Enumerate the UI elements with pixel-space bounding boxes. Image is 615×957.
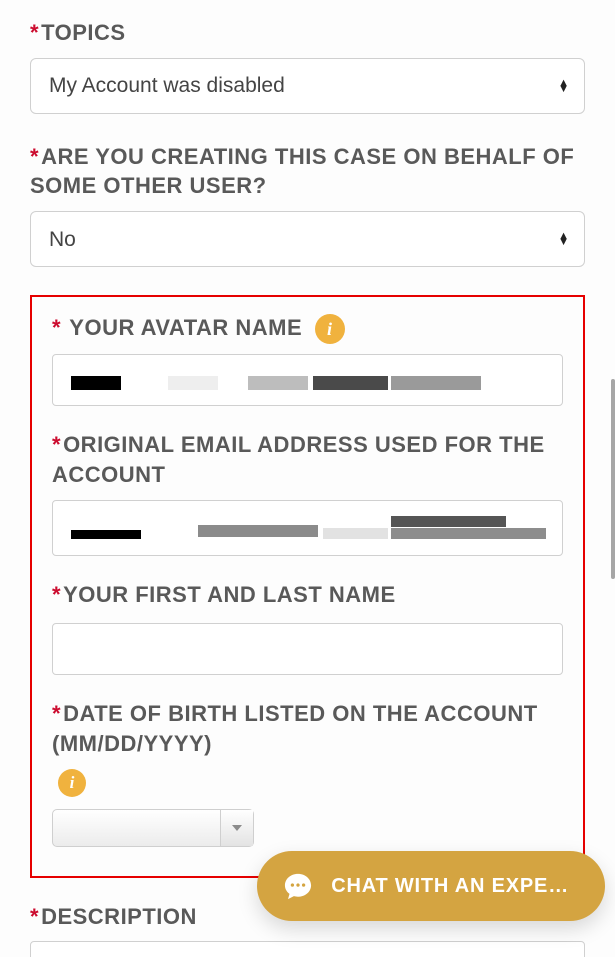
topics-select-wrap: My Account was disabled ▲▼: [30, 58, 585, 114]
chevron-down-icon: [231, 823, 243, 833]
field-on-behalf: ARE YOU CREATING THIS CASE ON BEHALF OF …: [30, 142, 585, 267]
avatar-name-label-text: YOUR AVATAR NAME: [69, 315, 302, 340]
avatar-name-label: YOUR AVATAR NAME i: [52, 313, 563, 344]
dob-label: DATE OF BIRTH LISTED ON THE ACCOUNT (MM/…: [52, 699, 563, 758]
topics-label: TOPICS: [30, 18, 585, 48]
full-name-label: YOUR FIRST AND LAST NAME: [52, 580, 563, 610]
field-original-email: ORIGINAL EMAIL ADDRESS USED FOR THE ACCO…: [52, 430, 563, 555]
chat-widget[interactable]: CHAT WITH AN EXPE…: [257, 851, 605, 921]
required-identity-section: YOUR AVATAR NAME i ORIGINAL EMAIL ADDRES…: [30, 295, 585, 878]
scrollbar-indicator: [611, 379, 615, 579]
dob-picker-button[interactable]: [220, 810, 253, 846]
topics-select[interactable]: My Account was disabled: [30, 58, 585, 114]
original-email-label: ORIGINAL EMAIL ADDRESS USED FOR THE ACCO…: [52, 430, 563, 489]
chat-icon: [283, 872, 313, 900]
description-input[interactable]: [30, 941, 585, 957]
avatar-name-input[interactable]: [52, 354, 563, 406]
field-topics: TOPICS My Account was disabled ▲▼: [30, 18, 585, 114]
on-behalf-select-wrap: No ▲▼: [30, 211, 585, 267]
on-behalf-label: ARE YOU CREATING THIS CASE ON BEHALF OF …: [30, 142, 585, 201]
full-name-input[interactable]: [52, 623, 563, 675]
field-dob: DATE OF BIRTH LISTED ON THE ACCOUNT (MM/…: [52, 699, 563, 851]
form-page: TOPICS My Account was disabled ▲▼ ARE YO…: [0, 0, 615, 957]
field-avatar-name: YOUR AVATAR NAME i: [52, 313, 563, 406]
info-icon[interactable]: i: [315, 314, 345, 344]
dob-picker[interactable]: [52, 809, 254, 847]
field-full-name: YOUR FIRST AND LAST NAME: [52, 580, 563, 700]
original-email-input[interactable]: [52, 500, 563, 556]
chat-label: CHAT WITH AN EXPE…: [331, 875, 569, 898]
info-icon[interactable]: i: [58, 769, 86, 797]
on-behalf-select[interactable]: No: [30, 211, 585, 267]
